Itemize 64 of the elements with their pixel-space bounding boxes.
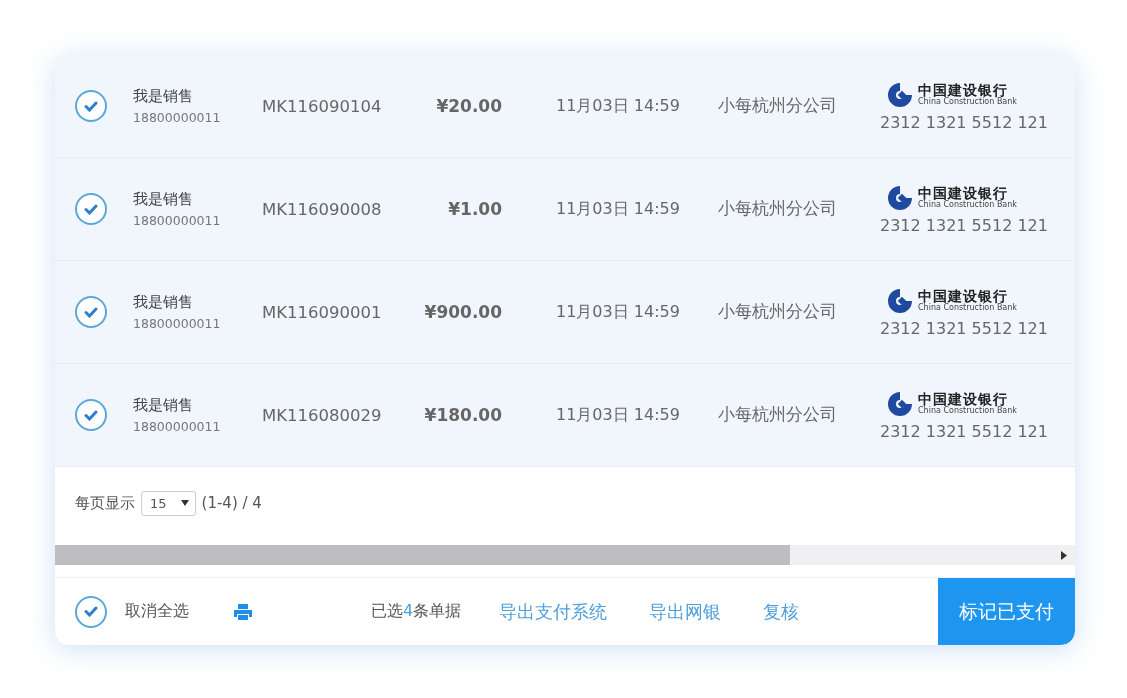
branch-name: 小每杭州分公司 bbox=[718, 404, 838, 426]
scroll-right-icon[interactable] bbox=[1061, 550, 1067, 560]
bank-english-name: China Construction Bank bbox=[918, 407, 1017, 415]
check-icon bbox=[84, 203, 98, 215]
checkbox[interactable] bbox=[75, 90, 107, 122]
date-time: 11月03日 14:59 bbox=[555, 95, 681, 117]
bank-name: 中国建设银行 bbox=[918, 289, 1008, 303]
bank-english-name: China Construction Bank bbox=[918, 201, 1017, 209]
selected-count: 已选4条单据 bbox=[371, 601, 462, 622]
mark-paid-button[interactable]: 标记已支付 bbox=[938, 578, 1075, 645]
check-icon bbox=[84, 100, 98, 112]
action-link[interactable]: 复核 bbox=[763, 599, 800, 624]
branch-name: 小每杭州分公司 bbox=[718, 301, 838, 323]
bank-english-name: China Construction Bank bbox=[918, 98, 1017, 106]
caret-icon bbox=[180, 500, 189, 506]
phone-number: 18800000011 bbox=[133, 213, 222, 228]
printer-icon[interactable] bbox=[233, 602, 253, 621]
action-link[interactable]: 导出支付系统 bbox=[499, 599, 608, 624]
page-size-label: 每页显示 bbox=[75, 493, 135, 513]
amount: ¥900.00 bbox=[423, 302, 502, 322]
page-size-select[interactable]: 15 bbox=[141, 490, 196, 516]
amount: ¥20.00 bbox=[435, 96, 502, 116]
phone-number: 18800000011 bbox=[133, 316, 222, 331]
scrollbar[interactable] bbox=[55, 545, 1075, 565]
date-time: 11月03日 14:59 bbox=[555, 404, 681, 426]
bank-logo-icon bbox=[886, 286, 914, 315]
seller-name: 我是销售 bbox=[133, 87, 194, 106]
action-link[interactable]: 导出网银 bbox=[649, 599, 722, 624]
seller-name: 我是销售 bbox=[133, 396, 194, 415]
check-icon bbox=[84, 606, 98, 617]
bank-name: 中国建设银行 bbox=[918, 83, 1008, 97]
account-number: 2312 1321 5512 121 bbox=[880, 421, 1049, 441]
checkbox[interactable] bbox=[75, 399, 107, 431]
check-icon bbox=[84, 409, 98, 421]
seller-name: 我是销售 bbox=[133, 190, 194, 209]
order-number: MK116090008 bbox=[262, 199, 383, 219]
phone-number: 18800000011 bbox=[133, 419, 222, 434]
bank-logo-icon bbox=[886, 389, 914, 418]
checkbox[interactable] bbox=[75, 296, 107, 328]
scrollbar-thumb[interactable] bbox=[55, 545, 790, 565]
order-number: MK116090001 bbox=[262, 302, 383, 322]
bank-name: 中国建设银行 bbox=[918, 186, 1008, 200]
bank-logo-icon bbox=[886, 80, 914, 109]
deselect-all-label[interactable]: 取消全选 bbox=[125, 601, 189, 622]
date-time: 11月03日 14:59 bbox=[555, 198, 681, 220]
bank-name: 中国建设银行 bbox=[918, 392, 1008, 406]
account-number: 2312 1321 5512 121 bbox=[880, 112, 1049, 132]
bank-english-name: China Construction Bank bbox=[918, 304, 1017, 312]
amount: ¥1.00 bbox=[447, 199, 502, 219]
order-number: MK116080029 bbox=[262, 405, 383, 425]
amount: ¥180.00 bbox=[423, 405, 502, 425]
order-number: MK116090104 bbox=[262, 96, 383, 116]
checkbox[interactable] bbox=[75, 595, 107, 628]
date-time: 11月03日 14:59 bbox=[555, 301, 681, 323]
seller-name: 我是销售 bbox=[133, 293, 194, 312]
check-icon bbox=[84, 306, 98, 318]
branch-name: 小每杭州分公司 bbox=[718, 198, 838, 220]
branch-name: 小每杭州分公司 bbox=[718, 95, 838, 117]
checkbox[interactable] bbox=[75, 193, 107, 225]
bank-logo-icon bbox=[886, 183, 914, 212]
page-range: (1-4) / 4 bbox=[201, 494, 262, 512]
phone-number: 18800000011 bbox=[133, 110, 222, 125]
account-number: 2312 1321 5512 121 bbox=[880, 318, 1049, 338]
account-number: 2312 1321 5512 121 bbox=[880, 215, 1049, 235]
